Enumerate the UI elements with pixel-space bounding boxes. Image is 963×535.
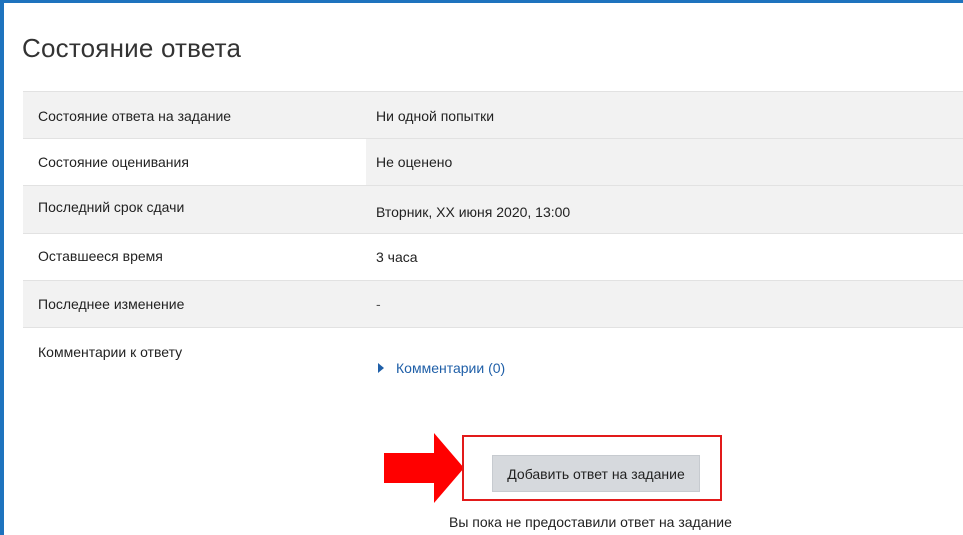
row-label: Состояние ответа на задание — [38, 108, 232, 124]
caret-right-icon — [378, 363, 384, 373]
row-label: Последний срок сдачи — [38, 199, 185, 215]
table-row: Состояние оценивания Не оценено — [23, 139, 963, 186]
time-remaining-value: 3 часа — [376, 249, 418, 265]
row-label: Последнее изменение — [38, 296, 185, 312]
submission-status-value: Ни одной попытки — [376, 108, 495, 124]
comments-link-label: Комментарии (0) — [396, 360, 506, 376]
arrow-right-icon — [384, 433, 464, 503]
table-row: Состояние ответа на задание Ни одной поп… — [23, 92, 963, 139]
grading-status-value: Не оценено — [376, 154, 453, 170]
last-modified-value: - — [376, 296, 381, 312]
submission-status-table: Состояние ответа на задание Ни одной поп… — [23, 91, 963, 448]
add-submission-button[interactable]: Добавить ответ на задание — [492, 455, 700, 492]
table-row: Комментарии к ответу Комментарии (0) — [23, 328, 963, 448]
table-row: Последнее изменение - — [23, 281, 963, 328]
table-row: Последний срок сдачи Вторник, XX июня 20… — [23, 186, 963, 234]
comments-toggle-link[interactable]: Комментарии (0) — [378, 360, 505, 376]
row-label: Комментарии к ответу — [38, 344, 183, 360]
section-title: Состояние ответа — [22, 33, 242, 63]
value-cell-background — [366, 139, 963, 185]
submission-status-panel: Состояние ответа Состояние ответа на зад… — [0, 0, 963, 535]
no-submission-note: Вы пока не предоставили ответ на задание — [449, 514, 732, 530]
row-label: Оставшееся время — [38, 248, 163, 264]
due-date-value: Вторник, XX июня 2020, 13:00 — [376, 204, 571, 220]
row-label: Состояние оценивания — [38, 154, 189, 170]
table-row: Оставшееся время 3 часа — [23, 234, 963, 281]
